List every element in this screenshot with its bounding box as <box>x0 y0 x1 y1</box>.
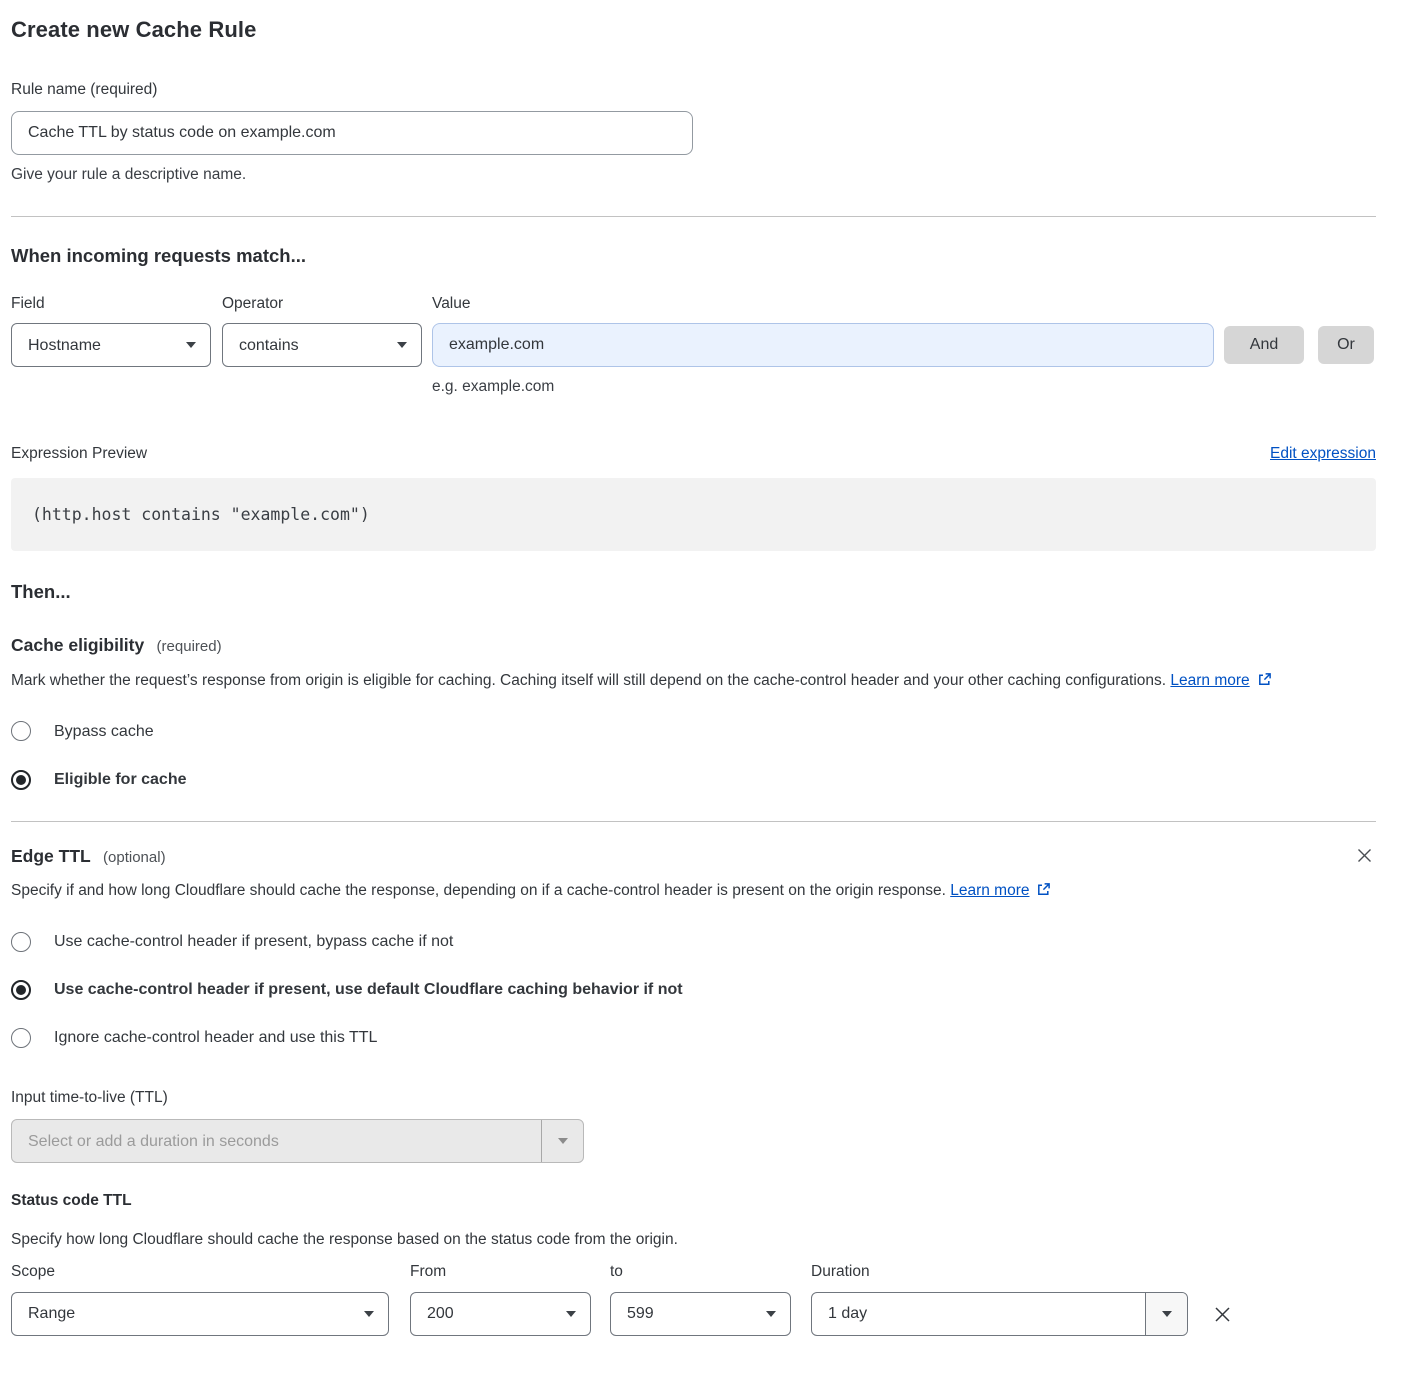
field-select[interactable]: Hostname <box>11 323 211 367</box>
learn-more-link[interactable]: Learn more <box>950 882 1029 899</box>
from-label: From <box>410 1261 591 1283</box>
rule-name-helper: Give your rule a descriptive name. <box>11 164 1376 186</box>
ttl-duration-select: Select or add a duration in seconds <box>11 1119 584 1163</box>
or-column: Or <box>1318 293 1374 399</box>
radio-circle-checked-icon[interactable] <box>11 770 31 790</box>
status-ttl-row: Scope Range From 200 to 599 <box>11 1261 1376 1335</box>
remove-status-ttl-row-button[interactable] <box>1210 1302 1235 1327</box>
expression-code: (http.host contains "example.com") <box>11 478 1376 551</box>
edge-ttl-section: Edge TTL (optional) Specify if and how l… <box>11 844 1376 1335</box>
chevron-down-icon <box>397 342 407 348</box>
close-icon <box>1212 1304 1233 1325</box>
ttl-input-label: Input time-to-live (TTL) <box>11 1087 1376 1109</box>
external-link-icon <box>1036 882 1051 904</box>
operator-label: Operator <box>222 293 422 315</box>
from-select[interactable]: 200 <box>410 1292 591 1336</box>
ttl-duration-chevron-zone <box>541 1120 583 1162</box>
edit-expression-link[interactable]: Edit expression <box>1270 443 1376 465</box>
from-select-value: 200 <box>427 1302 454 1325</box>
to-column: to 599 <box>610 1261 791 1335</box>
edge-ttl-close-button[interactable] <box>1353 844 1376 867</box>
scope-column: Scope Range <box>11 1261 389 1335</box>
edge-ttl-optional-badge: (optional) <box>103 849 166 866</box>
edge-ttl-title: Edge TTL <box>11 846 91 866</box>
section-divider <box>11 216 1376 217</box>
learn-more-link[interactable]: Learn more <box>1170 672 1249 689</box>
duration-column: Duration 1 day <box>811 1261 1188 1335</box>
radio-use-header-bypass[interactable]: Use cache-control header if present, byp… <box>11 930 1376 953</box>
duration-chevron-button[interactable] <box>1145 1293 1187 1335</box>
match-heading: When incoming requests match... <box>11 243 1376 270</box>
match-condition-row: Field Hostname Operator contains Value e… <box>11 293 1376 399</box>
rule-name-input[interactable] <box>11 111 693 155</box>
from-column: From 200 <box>410 1261 591 1335</box>
section-divider <box>11 821 1376 822</box>
radio-circle-icon[interactable] <box>11 932 31 952</box>
value-label: Value <box>432 293 1214 315</box>
status-code-ttl-description: Specify how long Cloudflare should cache… <box>11 1229 1376 1251</box>
scope-select[interactable]: Range <box>11 1292 389 1336</box>
scope-label: Scope <box>11 1261 389 1283</box>
remove-row-column <box>1210 1261 1235 1335</box>
operator-select[interactable]: contains <box>222 323 422 367</box>
value-input[interactable] <box>432 323 1214 367</box>
cache-eligibility-section: Cache eligibility (required) Mark whethe… <box>11 633 1376 791</box>
expression-preview-label: Expression Preview <box>11 443 147 465</box>
chevron-down-icon <box>566 1311 576 1317</box>
then-heading: Then... <box>11 579 1376 606</box>
field-select-value: Hostname <box>28 334 101 357</box>
and-column: And <box>1224 293 1304 399</box>
radio-circle-icon[interactable] <box>11 721 31 741</box>
ttl-duration-placeholder: Select or add a duration in seconds <box>12 1120 541 1162</box>
radio-bypass-cache[interactable]: Bypass cache <box>11 720 1376 743</box>
chevron-down-icon <box>364 1311 374 1317</box>
chevron-down-icon <box>186 342 196 348</box>
chevron-down-icon <box>558 1138 568 1144</box>
operator-column: Operator contains <box>222 293 422 399</box>
or-button[interactable]: Or <box>1318 326 1374 364</box>
chevron-down-icon <box>766 1311 776 1317</box>
scope-select-value: Range <box>28 1302 75 1325</box>
status-code-ttl-title: Status code TTL <box>11 1190 1376 1212</box>
edge-ttl-description: Specify if and how long Cloudflare shoul… <box>11 880 1116 904</box>
expression-preview-header: Expression Preview Edit expression <box>11 443 1376 465</box>
rule-name-label: Rule name (required) <box>11 79 1376 101</box>
page-title: Create new Cache Rule <box>11 14 1376 46</box>
close-icon <box>1355 846 1374 865</box>
operator-select-value: contains <box>239 334 299 357</box>
chevron-down-icon <box>1162 1311 1172 1317</box>
duration-value: 1 day <box>812 1293 1145 1335</box>
cache-eligibility-title: Cache eligibility <box>11 635 144 655</box>
radio-circle-icon[interactable] <box>11 1028 31 1048</box>
to-select-value: 599 <box>627 1302 654 1325</box>
to-label: to <box>610 1261 791 1283</box>
cache-eligibility-required-badge: (required) <box>157 638 222 655</box>
duration-label: Duration <box>811 1261 1188 1283</box>
value-column: Value e.g. example.com <box>432 293 1214 399</box>
value-helper: e.g. example.com <box>432 376 1214 398</box>
and-button[interactable]: And <box>1224 326 1304 364</box>
to-select[interactable]: 599 <box>610 1292 791 1336</box>
radio-use-header-default[interactable]: Use cache-control header if present, use… <box>11 978 1376 1001</box>
create-cache-rule-form: Create new Cache Rule Rule name (require… <box>0 0 1412 1366</box>
radio-circle-checked-icon[interactable] <box>11 980 31 1000</box>
external-link-icon <box>1257 672 1272 694</box>
field-label: Field <box>11 293 211 315</box>
field-column: Field Hostname <box>11 293 211 399</box>
duration-combobox[interactable]: 1 day <box>811 1292 1188 1336</box>
cache-eligibility-description: Mark whether the request’s response from… <box>11 670 1356 694</box>
radio-eligible-for-cache[interactable]: Eligible for cache <box>11 768 1376 791</box>
radio-ignore-header[interactable]: Ignore cache-control header and use this… <box>11 1026 1376 1049</box>
